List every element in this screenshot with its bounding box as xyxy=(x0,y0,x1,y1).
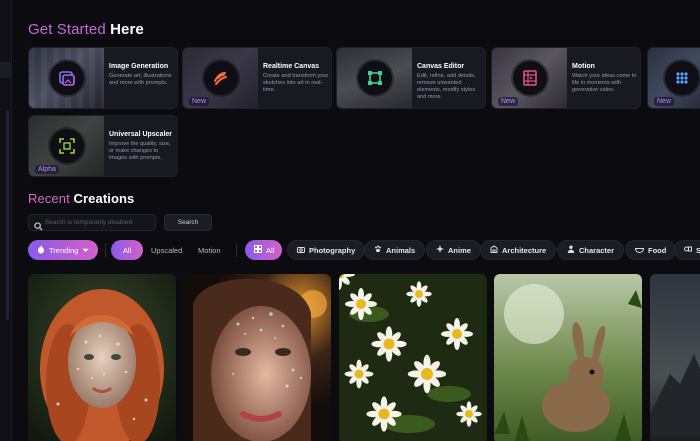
category-more[interactable]: S xyxy=(674,240,700,260)
category-label: Character xyxy=(579,245,615,255)
category-label: All xyxy=(266,245,275,255)
category-food[interactable]: Food xyxy=(625,240,677,260)
gallery-image-fairy-portrait[interactable] xyxy=(28,274,176,441)
get-started-heading-rest: Here xyxy=(110,21,144,38)
category-architecture[interactable]: Architecture xyxy=(480,240,557,260)
card-description: Improve the quality, size, or make chang… xyxy=(109,141,171,161)
category-label: Animals xyxy=(386,245,416,255)
card-motion[interactable]: New Motion Watch your ideas come to life… xyxy=(491,47,641,109)
sort-label: Trending xyxy=(49,245,79,255)
shapes-icon xyxy=(684,245,692,255)
category-label: Anime xyxy=(448,245,471,255)
get-started-heading-accent: Get Started xyxy=(28,21,106,38)
card-description: Watch your ideas come to life in moments… xyxy=(572,73,637,93)
bowl-icon xyxy=(634,246,645,255)
sidebar-edge xyxy=(0,0,12,441)
category-photography[interactable]: Photography xyxy=(287,240,366,260)
alpha-badge: Alpha xyxy=(35,165,59,174)
image-generation-icon xyxy=(50,61,84,95)
card-description: Create and transform your sketches into … xyxy=(263,73,329,93)
camera-icon xyxy=(297,246,305,255)
card-title: Motion xyxy=(572,63,595,70)
divider xyxy=(105,243,106,257)
search-icon xyxy=(34,218,43,236)
fairy-portrait-image xyxy=(28,274,176,441)
new-badge: New xyxy=(189,97,210,106)
card-canvas-editor[interactable]: Canvas Editor Edit, refine, add details,… xyxy=(336,47,486,109)
gallery-image-glitter-portrait[interactable] xyxy=(183,274,331,441)
rabbit-image xyxy=(494,274,642,441)
gallery-image-castle[interactable] xyxy=(650,274,700,441)
sparkle-icon xyxy=(436,245,444,255)
building-icon xyxy=(490,245,498,255)
canvas-frame-icon xyxy=(358,61,392,95)
new-badge: New xyxy=(498,97,519,106)
gallery-image-rabbit[interactable] xyxy=(494,274,642,441)
category-character[interactable]: Character xyxy=(557,240,625,260)
category-anime[interactable]: Anime xyxy=(426,240,481,260)
card-title: Realtime Canvas xyxy=(263,63,320,70)
card-thumbnail: New xyxy=(492,48,567,108)
card-title: Canvas Editor xyxy=(417,63,465,70)
new-badge: New xyxy=(654,97,675,106)
card-universal-upscaler[interactable]: Alpha Universal Upscaler Improve the qua… xyxy=(28,115,178,177)
feature-cards: Image Generation Generate art, illustrat… xyxy=(28,47,700,179)
recent-creations-heading: Recent Creations xyxy=(28,191,134,206)
card-thumbnail xyxy=(29,48,104,108)
tab-upscaled[interactable]: Upscaled xyxy=(142,240,191,260)
category-label: Food xyxy=(648,245,667,255)
search-box xyxy=(28,214,156,231)
card-title: Universal Upscaler xyxy=(109,131,173,138)
card-thumbnail: Alpha xyxy=(29,116,104,176)
card-description: Edit, refine, add details, remove unwant… xyxy=(417,73,476,100)
search-button[interactable]: Search xyxy=(164,214,212,231)
recent-heading-rest: Creations xyxy=(73,191,135,206)
tab-motion[interactable]: Motion xyxy=(189,240,230,260)
card-image-generation[interactable]: Image Generation Generate art, illustrat… xyxy=(28,47,178,109)
recent-creations-gallery xyxy=(28,274,700,441)
card-thumbnail: New xyxy=(648,48,700,108)
search-input[interactable] xyxy=(45,216,153,229)
sidebar-nav-stub[interactable] xyxy=(0,62,12,78)
divider xyxy=(236,243,237,257)
filter-bar: Trending All Upscaled Motion All Photogr… xyxy=(28,240,700,260)
grid-icon xyxy=(254,245,262,255)
card-description: Generate art, illustrations and more wit… xyxy=(109,73,172,86)
sidebar-scrollbar[interactable] xyxy=(6,110,9,320)
film-strip-icon xyxy=(513,61,547,95)
flame-icon xyxy=(37,244,45,256)
chevron-down-icon xyxy=(82,246,89,255)
sort-dropdown[interactable]: Trending xyxy=(28,240,98,260)
app-page: Get Started Here Image Generation Genera… xyxy=(0,0,700,441)
card-partial[interactable]: New xyxy=(647,47,700,109)
brush-stroke-icon xyxy=(204,61,238,95)
castle-image xyxy=(650,274,700,441)
card-thumbnail: New xyxy=(183,48,258,108)
gallery-image-daisy-flowers[interactable] xyxy=(339,274,487,441)
category-label: Architecture xyxy=(502,245,547,255)
upscale-icon xyxy=(50,129,84,163)
person-icon xyxy=(567,245,575,255)
card-title: Image Generation xyxy=(109,63,169,70)
recent-heading-accent: Recent xyxy=(28,191,70,206)
category-label: Photography xyxy=(309,245,356,255)
grid-dots-icon xyxy=(665,61,699,95)
card-realtime-canvas[interactable]: New Realtime Canvas Create and transform… xyxy=(182,47,332,109)
category-all[interactable]: All xyxy=(245,240,282,260)
category-animals[interactable]: Animals xyxy=(364,240,426,260)
category-label: S xyxy=(696,245,700,255)
get-started-heading: Get Started Here xyxy=(28,21,144,38)
card-thumbnail xyxy=(337,48,412,108)
glitter-portrait-image xyxy=(183,274,331,441)
daisy-flowers-image xyxy=(339,274,487,441)
tab-all[interactable]: All xyxy=(111,240,143,260)
paw-icon xyxy=(374,245,382,255)
